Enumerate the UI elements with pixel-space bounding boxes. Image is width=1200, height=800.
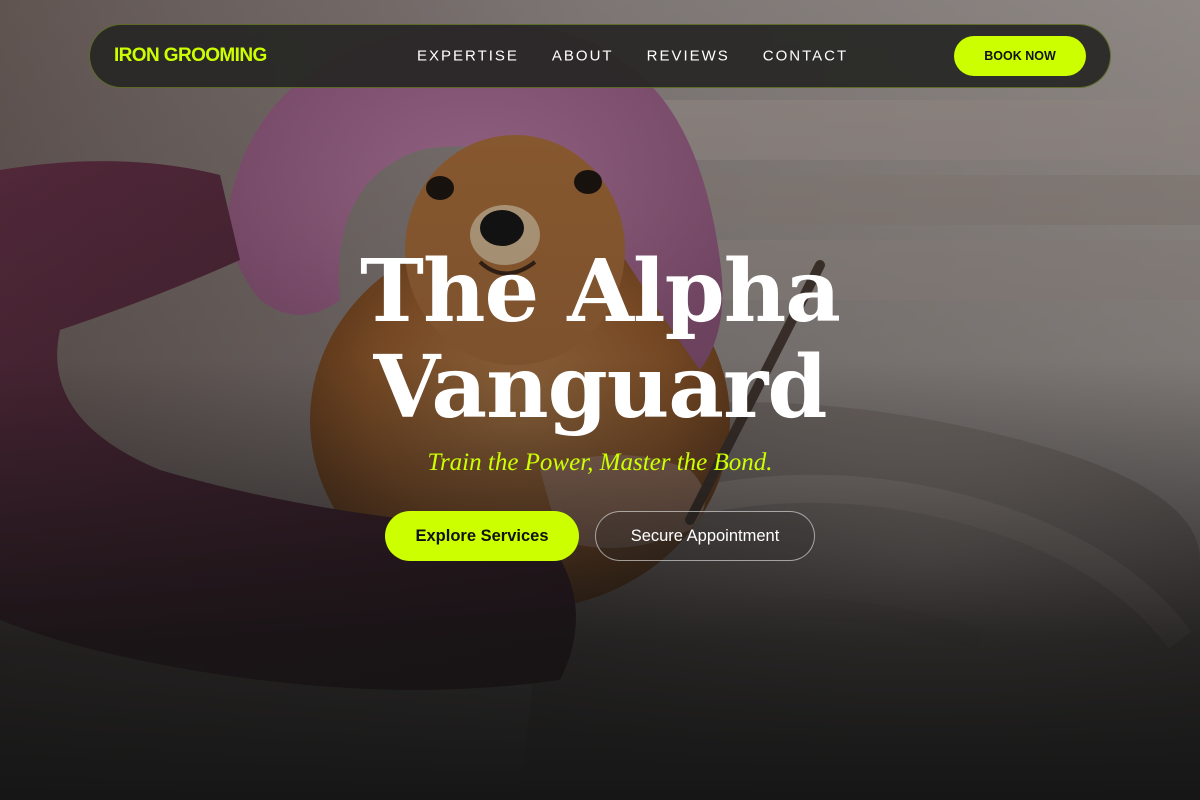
explore-services-button[interactable]: Explore Services [385, 511, 579, 561]
nav-link-reviews[interactable]: REVIEWS [647, 48, 730, 65]
nav-link-about[interactable]: ABOUT [552, 48, 614, 65]
hero-tagline: Train the Power, Master the Bond. [427, 449, 773, 476]
secure-appointment-button[interactable]: Secure Appointment [595, 511, 815, 561]
top-navigation-bar: IRON GROOMING EXPERTISE ABOUT REVIEWS CO… [89, 24, 1111, 88]
book-now-button[interactable]: BOOK NOW [954, 36, 1086, 76]
brand-logo-text[interactable]: IRON GROOMING [114, 45, 267, 67]
hero-headline-line-2: Vanguard [373, 337, 828, 438]
hero-section: IRON GROOMING EXPERTISE ABOUT REVIEWS CO… [0, 0, 1200, 800]
hero-headline-line-1: The Alpha [360, 241, 841, 342]
nav-link-contact[interactable]: CONTACT [763, 48, 848, 65]
nav-links: EXPERTISE ABOUT REVIEWS CONTACT [417, 48, 848, 65]
nav-link-expertise[interactable]: EXPERTISE [417, 48, 519, 65]
